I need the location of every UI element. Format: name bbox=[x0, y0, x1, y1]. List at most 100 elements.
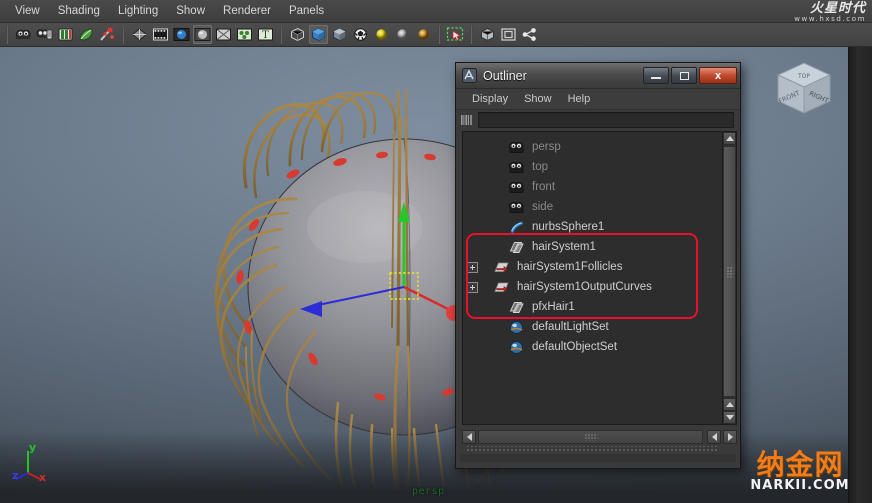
camera-icon bbox=[508, 140, 525, 155]
outliner-item-label: top bbox=[532, 161, 548, 173]
expand-toggle-icon[interactable] bbox=[467, 281, 478, 293]
camera-attributes-icon[interactable] bbox=[35, 25, 54, 44]
light-brown-icon[interactable] bbox=[414, 25, 433, 44]
outliner-menu-display[interactable]: Display bbox=[464, 91, 516, 107]
outliner-row-top[interactable]: top bbox=[463, 157, 722, 177]
outliner-item-label: defaultLightSet bbox=[532, 321, 609, 333]
light-grey-icon[interactable] bbox=[393, 25, 412, 44]
outliner-item-label: defaultObjectSet bbox=[532, 341, 618, 353]
outliner-row-nurbssphere1[interactable]: nurbsSphere1 bbox=[463, 217, 722, 237]
wireframe-icon[interactable] bbox=[130, 25, 149, 44]
scroll-thumb-vertical[interactable] bbox=[723, 146, 736, 397]
toolbar-separator bbox=[6, 25, 9, 44]
select-marquee-icon[interactable] bbox=[446, 25, 465, 44]
brand-logo: 火星时代 www.hxsd.com bbox=[694, 1, 866, 23]
texture-on-icon[interactable] bbox=[235, 25, 254, 44]
camera-icon bbox=[508, 200, 525, 215]
scroll-down-button[interactable] bbox=[723, 411, 736, 424]
expand-spacer bbox=[467, 222, 478, 233]
expand-spacer bbox=[467, 302, 478, 313]
wand-icon[interactable] bbox=[98, 25, 117, 44]
viewport-right-scroll-panel[interactable] bbox=[848, 47, 872, 503]
outliner-horizontal-scrollbar[interactable] bbox=[462, 428, 737, 446]
outliner-menu-show[interactable]: Show bbox=[516, 91, 560, 107]
expand-spacer bbox=[467, 342, 478, 353]
viewport-toolbar: T bbox=[0, 23, 872, 47]
book-icon[interactable] bbox=[56, 25, 75, 44]
expand-toggle-icon[interactable] bbox=[467, 261, 478, 273]
scroll-up-button[interactable] bbox=[723, 132, 736, 145]
main-menu-bar: View Shading Lighting Show Renderer Pane… bbox=[0, 0, 872, 23]
menu-renderer[interactable]: Renderer bbox=[214, 2, 280, 20]
scroll-left-button[interactable] bbox=[462, 430, 476, 444]
toolbar-separator bbox=[470, 25, 473, 44]
menu-show[interactable]: Show bbox=[167, 2, 214, 20]
svg-text:TOP: TOP bbox=[797, 73, 810, 80]
leaf-icon[interactable] bbox=[77, 25, 96, 44]
view-cube[interactable]: TOP FRONT RIGHT bbox=[772, 59, 836, 119]
shaded-solid-icon[interactable] bbox=[330, 25, 349, 44]
light-yellow-icon[interactable] bbox=[372, 25, 391, 44]
brand-url: www.hxsd.com bbox=[794, 14, 866, 23]
xray-icon[interactable] bbox=[288, 25, 307, 44]
frame-icon[interactable] bbox=[499, 25, 518, 44]
outliner-row-defaultobjectset[interactable]: defaultObjectSet bbox=[463, 337, 722, 357]
outliner-item-label: hairSystem1Follicles bbox=[517, 261, 623, 273]
outliner-app-icon bbox=[462, 68, 477, 83]
texture-off-icon[interactable] bbox=[214, 25, 233, 44]
outliner-row-hairsystem1outputcurves[interactable]: hairSystem1OutputCurves bbox=[463, 277, 722, 297]
menu-view[interactable]: View bbox=[6, 2, 49, 20]
hair-icon bbox=[508, 240, 525, 255]
outliner-vertical-scrollbar[interactable] bbox=[722, 132, 736, 424]
expand-spacer bbox=[467, 202, 478, 213]
outliner-row-persp[interactable]: persp bbox=[463, 137, 722, 157]
outliner-item-label: hairSystem1 bbox=[532, 241, 596, 253]
outliner-search-input[interactable] bbox=[478, 112, 734, 128]
outliner-menu-help[interactable]: Help bbox=[560, 91, 599, 107]
checker-icon[interactable] bbox=[351, 25, 370, 44]
svg-text:x: x bbox=[39, 471, 46, 483]
expand-spacer bbox=[467, 162, 478, 173]
outliner-status-bar bbox=[460, 454, 736, 462]
hair-icon bbox=[508, 300, 525, 315]
menu-shading[interactable]: Shading bbox=[49, 2, 109, 20]
outliner-item-label: pfxHair1 bbox=[532, 301, 575, 313]
camera-icon bbox=[508, 180, 525, 195]
box-wire-icon[interactable] bbox=[478, 25, 497, 44]
outliner-title-bar[interactable]: Outliner x bbox=[456, 63, 740, 89]
outliner-row-front[interactable]: front bbox=[463, 177, 722, 197]
filter-icon[interactable] bbox=[460, 113, 474, 127]
set-icon bbox=[508, 340, 525, 355]
share-icon[interactable] bbox=[520, 25, 539, 44]
camera-icon[interactable] bbox=[14, 25, 33, 44]
outliner-resize-grip[interactable] bbox=[466, 446, 718, 452]
camera-icon bbox=[508, 160, 525, 175]
scroll-right-button[interactable] bbox=[723, 430, 737, 444]
svg-text:y: y bbox=[29, 441, 36, 454]
smooth-shade-icon[interactable] bbox=[172, 25, 191, 44]
outliner-row-side[interactable]: side bbox=[463, 197, 722, 217]
outliner-row-defaultlightset[interactable]: defaultLightSet bbox=[463, 317, 722, 337]
flat-shade-icon[interactable] bbox=[193, 25, 212, 44]
outliner-list-panel[interactable]: persp top front side nurbsSphere1 hairSystem1… bbox=[462, 131, 737, 425]
scroll-up-button-2[interactable] bbox=[723, 398, 736, 411]
outliner-row-hairsystem1follicles[interactable]: hairSystem1Follicles bbox=[463, 257, 722, 277]
text-icon[interactable]: T bbox=[256, 25, 275, 44]
film-icon[interactable] bbox=[151, 25, 170, 44]
expand-spacer bbox=[467, 242, 478, 253]
minimize-button[interactable] bbox=[643, 67, 669, 84]
toolbar-separator bbox=[122, 25, 125, 44]
close-button[interactable]: x bbox=[699, 67, 737, 84]
outliner-item-list[interactable]: persp top front side nurbsSphere1 hairSystem1… bbox=[463, 132, 722, 424]
outliner-row-hairsystem1[interactable]: hairSystem1 bbox=[463, 237, 722, 257]
scroll-track-horizontal[interactable] bbox=[478, 430, 703, 444]
outliner-item-label: persp bbox=[532, 141, 561, 153]
outliner-menu-bar: Display Show Help bbox=[456, 89, 740, 110]
scroll-left-button-2[interactable] bbox=[707, 430, 721, 444]
menu-lighting[interactable]: Lighting bbox=[109, 2, 167, 20]
outliner-window[interactable]: Outliner x Display Show Help persp top f… bbox=[455, 62, 741, 469]
shaded-box-icon[interactable] bbox=[309, 25, 328, 44]
maximize-button[interactable] bbox=[671, 67, 697, 84]
outliner-row-pfxhair1[interactable]: pfxHair1 bbox=[463, 297, 722, 317]
menu-panels[interactable]: Panels bbox=[280, 2, 333, 20]
